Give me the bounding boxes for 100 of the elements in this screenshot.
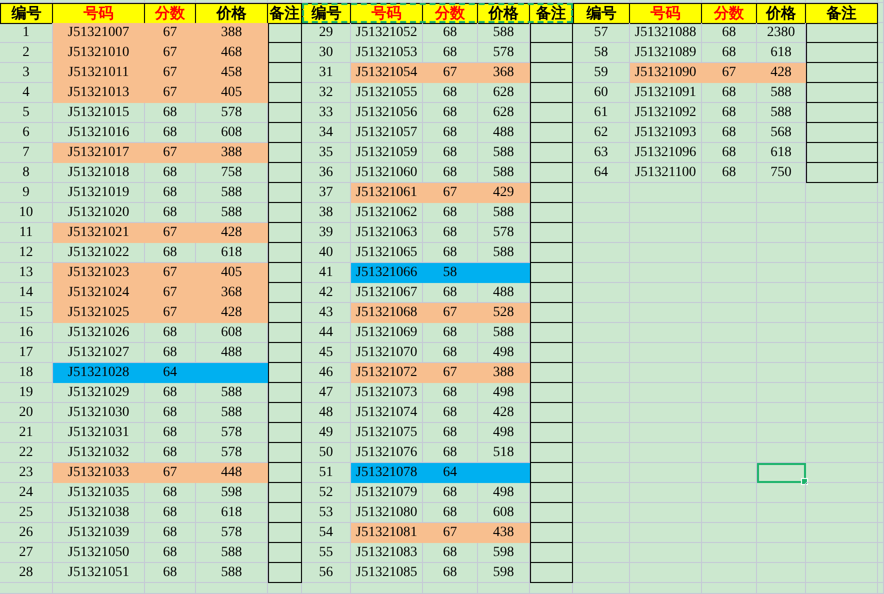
price-cell: 428 (478, 403, 530, 423)
price-cell: 628 (478, 83, 530, 103)
code-cell: J51321072 (351, 363, 423, 383)
price-cell: 588 (196, 563, 268, 583)
column-header: 分数 (423, 3, 478, 24)
number-cell: 55 (302, 543, 351, 563)
note-cell (530, 323, 573, 343)
price-cell: 498 (478, 483, 530, 503)
number-cell: 25 (0, 503, 53, 523)
code-cell: J51321023 (53, 263, 145, 283)
empty-cell (573, 343, 630, 363)
price-cell: 428 (196, 223, 268, 243)
empty-cell (806, 183, 878, 203)
note-cell (268, 543, 302, 563)
number-cell: 48 (302, 403, 351, 423)
number-cell: 60 (573, 83, 630, 103)
note-cell (268, 343, 302, 363)
code-cell: J51321062 (351, 203, 423, 223)
note-cell (268, 503, 302, 523)
note-cell (268, 83, 302, 103)
empty-cell (630, 343, 702, 363)
price-cell: 429 (478, 183, 530, 203)
note-cell (530, 543, 573, 563)
empty-cell (702, 363, 757, 383)
empty-cell (806, 203, 878, 223)
number-cell: 21 (0, 423, 53, 443)
number-cell: 12 (0, 243, 53, 263)
empty-cell (806, 563, 878, 583)
empty-cell (268, 583, 302, 594)
note-cell (530, 183, 573, 203)
code-cell: J51321074 (351, 403, 423, 423)
code-cell: J51321029 (53, 383, 145, 403)
empty-cell (702, 383, 757, 403)
score-cell: 68 (423, 83, 478, 103)
empty-cell (806, 243, 878, 263)
fill-handle[interactable] (801, 478, 808, 485)
score-cell: 68 (702, 163, 757, 183)
note-cell (268, 563, 302, 583)
score-cell: 67 (145, 463, 196, 483)
number-cell: 63 (573, 143, 630, 163)
empty-cell (630, 263, 702, 283)
number-cell: 33 (302, 103, 351, 123)
code-cell: J51321010 (53, 43, 145, 63)
empty-cell (573, 263, 630, 283)
price-cell: 618 (196, 503, 268, 523)
note-cell (268, 163, 302, 183)
price-cell: 388 (196, 23, 268, 43)
empty-cell (702, 323, 757, 343)
code-cell: J51321081 (351, 523, 423, 543)
empty-cell (702, 443, 757, 463)
number-cell: 52 (302, 483, 351, 503)
empty-cell (806, 403, 878, 423)
code-cell: J51321056 (351, 103, 423, 123)
note-cell (806, 83, 878, 103)
code-cell: J51321021 (53, 223, 145, 243)
note-cell (806, 103, 878, 123)
empty-cell (630, 383, 702, 403)
note-cell (530, 483, 573, 503)
number-cell: 45 (302, 343, 351, 363)
score-cell: 68 (423, 483, 478, 503)
score-cell: 67 (145, 263, 196, 283)
empty-cell (806, 583, 878, 594)
price-cell: 608 (196, 323, 268, 343)
price-cell: 488 (478, 123, 530, 143)
score-cell: 67 (423, 183, 478, 203)
code-cell: J51321063 (351, 223, 423, 243)
score-cell: 67 (702, 63, 757, 83)
number-cell: 10 (0, 203, 53, 223)
code-cell: J51321055 (351, 83, 423, 103)
note-cell (268, 263, 302, 283)
score-cell: 67 (145, 23, 196, 43)
code-cell: J51321052 (351, 23, 423, 43)
number-cell: 35 (302, 143, 351, 163)
note-cell (268, 203, 302, 223)
score-cell: 68 (423, 23, 478, 43)
empty-cell (630, 183, 702, 203)
empty-cell (573, 203, 630, 223)
note-cell (268, 423, 302, 443)
price-cell: 428 (757, 63, 806, 83)
number-cell: 19 (0, 383, 53, 403)
price-cell: 598 (478, 543, 530, 563)
column-header: 号码 (630, 3, 702, 24)
note-cell (806, 123, 878, 143)
code-cell: J51321015 (53, 103, 145, 123)
column-header: 备注 (806, 3, 878, 24)
number-cell: 62 (573, 123, 630, 143)
empty-cell (573, 483, 630, 503)
score-cell: 68 (145, 163, 196, 183)
code-cell: J51321030 (53, 403, 145, 423)
code-cell: J51321091 (630, 83, 702, 103)
code-cell: J51321066 (351, 263, 423, 283)
empty-cell (806, 443, 878, 463)
score-cell: 67 (145, 223, 196, 243)
price-cell: 588 (196, 383, 268, 403)
score-cell: 67 (145, 83, 196, 103)
empty-cell (573, 583, 630, 594)
empty-cell (573, 383, 630, 403)
selected-cell[interactable] (757, 463, 806, 483)
number-cell: 34 (302, 123, 351, 143)
note-cell (268, 523, 302, 543)
